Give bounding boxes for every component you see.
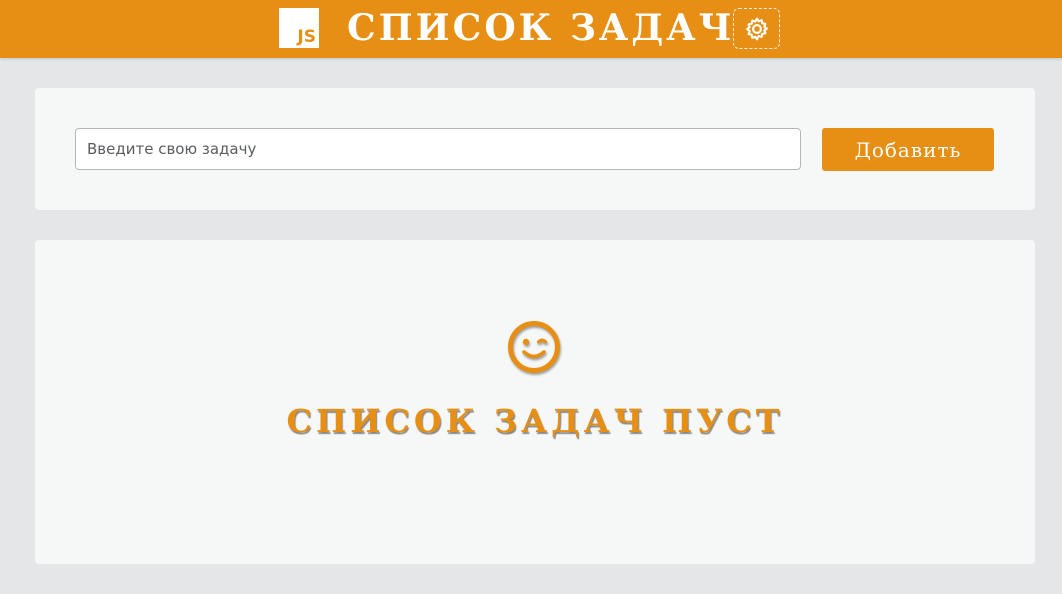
gear-icon: [745, 17, 768, 40]
empty-list-message: СПИСОК ЗАДАЧ ПУСТ: [286, 402, 784, 440]
task-list-card: СПИСОК ЗАДАЧ ПУСТ: [35, 240, 1035, 564]
task-form-card: Добавить: [35, 88, 1035, 210]
app-title: СПИСОК ЗАДАЧ: [347, 7, 735, 49]
add-task-button[interactable]: Добавить: [822, 128, 994, 171]
js-logo-text: JS: [297, 27, 316, 47]
settings-button[interactable]: [733, 8, 780, 49]
js-logo: JS: [279, 8, 319, 48]
wink-face-icon: [508, 321, 560, 373]
app-header: JS СПИСОК ЗАДАЧ: [0, 0, 1062, 58]
task-input[interactable]: [75, 128, 801, 170]
